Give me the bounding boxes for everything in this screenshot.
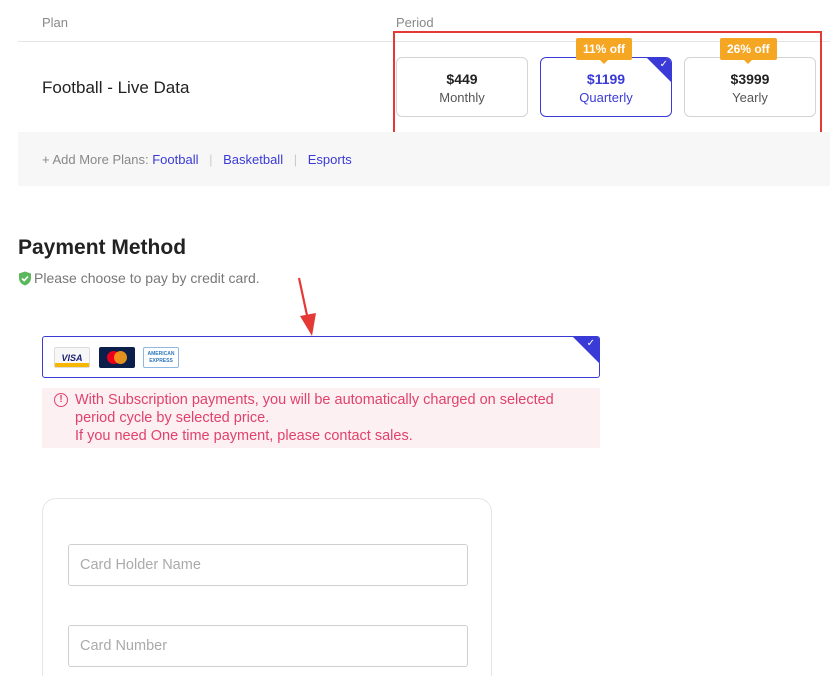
subscription-notice: ! With Subscription payments, you will b… xyxy=(42,388,600,448)
payment-method-subtitle: Please choose to pay by credit card. xyxy=(18,270,260,286)
mastercard-logo-icon xyxy=(99,347,135,368)
selected-check-icon: ✓ xyxy=(573,337,599,363)
add-plan-link-basketball[interactable]: Basketball xyxy=(223,152,283,167)
add-plan-link-esports[interactable]: Esports xyxy=(308,152,352,167)
credit-card-method-option[interactable]: VISA AMERICAN EXPRESS ✓ xyxy=(42,336,600,378)
visa-logo-icon: VISA xyxy=(54,347,90,368)
column-header-plan: Plan xyxy=(42,15,69,30)
notice-line: period cycle by selected price. xyxy=(75,410,270,426)
card-holder-name-input[interactable] xyxy=(68,544,468,586)
column-header-period: Period xyxy=(396,15,434,30)
highlight-annotation-box xyxy=(393,31,822,134)
add-more-label: + Add More Plans: xyxy=(42,152,149,167)
shield-check-icon xyxy=(19,271,31,285)
plan-name: Football - Live Data xyxy=(42,78,190,97)
card-details-form xyxy=(42,498,492,676)
divider: | xyxy=(293,152,298,167)
card-number-input[interactable] xyxy=(68,625,468,667)
add-plan-link-football[interactable]: Football xyxy=(152,152,198,167)
add-more-plans-bar: + Add More Plans: Football | Basketball … xyxy=(18,132,830,186)
amex-logo-icon: AMERICAN EXPRESS xyxy=(143,347,179,368)
divider: | xyxy=(209,152,213,167)
payment-method-title: Payment Method xyxy=(18,236,187,259)
notice-line: With Subscription payments, you will be … xyxy=(75,392,554,408)
payment-method-hint: Please choose to pay by credit card. xyxy=(34,270,260,286)
notice-line: If you need One time payment, please con… xyxy=(75,428,413,444)
red-arrow-annotation xyxy=(297,277,316,336)
info-icon: ! xyxy=(54,393,68,407)
